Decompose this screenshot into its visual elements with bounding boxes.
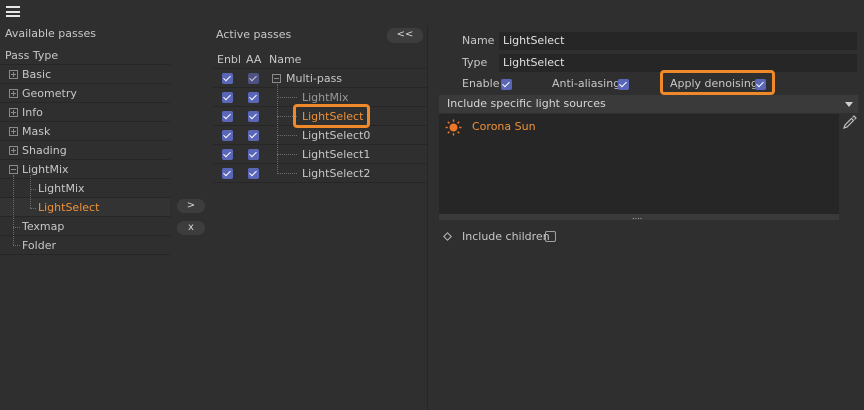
tree-item-basic[interactable]: Basic [0,65,170,84]
antialias-checkbox[interactable] [618,79,629,90]
tree-item-label: Texmap [22,220,65,233]
tree-connector [13,175,14,245]
tree-connector [277,135,297,136]
type-label: Type [462,56,488,69]
tree-item-lightmix[interactable]: LightMix [0,160,170,179]
column-header-enbl: Enbl [217,53,241,66]
aa-checkbox[interactable] [248,92,259,103]
column-header-aa: AA [246,53,262,66]
expand-icon[interactable] [9,89,18,98]
tree-connector [30,208,36,209]
pass-name: LightSelect0 [302,129,371,142]
collapse-panel-button[interactable]: << [387,28,423,43]
tree-item-folder[interactable]: Folder [0,236,170,255]
enable-checkbox[interactable] [222,130,233,141]
collapse-icon[interactable] [272,74,281,83]
active-pass-row[interactable]: LightSelect0 [213,126,427,145]
tree-connector [30,189,36,190]
menu-icon[interactable] [6,6,20,17]
remove-pass-button[interactable]: x [177,221,205,235]
tree-item-label: Folder [22,239,56,252]
tree-item-label: LightSelect [38,201,100,214]
tree-item-label: Geometry [22,87,77,100]
dropdown-label: Include specific light sources [447,97,606,110]
aa-checkbox[interactable] [248,168,259,179]
tree-connector [277,154,297,155]
include-children-checkbox[interactable] [545,231,556,242]
include-children-label: Include children [462,230,550,243]
enable-checkbox[interactable] [222,92,233,103]
resize-grip[interactable]: .... [439,213,839,221]
light-list: Corona Sun [439,114,839,214]
tree-connector [277,97,297,98]
tree-item-label: Basic [22,68,52,81]
tree-item-geometry[interactable]: Geometry [0,84,170,103]
tree-item-shading[interactable]: Shading [0,141,170,160]
tree-connector [13,227,20,228]
enable-label: Enable [462,77,500,90]
tree-item-mask[interactable]: Mask [0,122,170,141]
highlight-frame [660,70,775,95]
expand-icon[interactable] [9,127,18,136]
antialias-label: Anti-aliasing [552,77,621,90]
active-pass-row[interactable]: LightSelect1 [213,145,427,164]
pass-name: Multi-pass [286,72,343,85]
sun-icon [445,119,462,136]
tree-item-label: Mask [22,125,51,138]
tree-item-lightmix-child[interactable]: LightMix [0,179,170,198]
expand-icon[interactable] [9,108,18,117]
list-item[interactable]: Corona Sun [445,119,545,136]
aa-checkbox[interactable] [248,111,259,122]
tree-connector [13,245,20,246]
pass-name: LightSelect1 [302,148,371,161]
eyedropper-icon[interactable] [842,115,857,130]
tree-item-label: Shading [22,144,67,157]
aa-checkbox[interactable] [248,149,259,160]
tree-connector [30,175,31,208]
pass-name: LightSelect2 [302,167,371,180]
aa-checkbox[interactable] [248,73,259,84]
enable-checkbox[interactable] [222,149,233,160]
expand-icon[interactable] [9,146,18,155]
add-pass-button[interactable]: > [177,199,205,213]
tree-item-info[interactable]: Info [0,103,170,122]
tree-item-label: LightMix [38,182,85,195]
tree-item-label: LightMix [22,163,69,176]
tree-item-lightselect[interactable]: LightSelect [0,198,170,217]
active-passes-title: Active passes [216,28,292,41]
aa-checkbox[interactable] [248,130,259,141]
tree-item-label: Info [22,106,43,119]
enable-checkbox[interactable] [501,79,512,90]
active-pass-root[interactable]: Multi-pass [213,69,427,88]
tree-item-texmap[interactable]: Texmap [0,217,170,236]
tree-connector [277,173,297,174]
name-input[interactable]: LightSelect [499,32,857,50]
enable-checkbox[interactable] [222,111,233,122]
column-header-name: Name [269,53,302,66]
pass-type-header: Pass Type [0,46,170,65]
highlight-frame [293,104,370,128]
available-passes-title: Available passes [5,27,96,40]
active-pass-row[interactable]: LightSelect2 [213,164,427,183]
chevron-down-icon [845,102,853,107]
enable-checkbox[interactable] [222,73,233,84]
name-label: Name [462,34,495,47]
enable-checkbox[interactable] [222,168,233,179]
expand-icon[interactable] [9,70,18,79]
diamond-icon [443,232,452,241]
light-sources-dropdown[interactable]: Include specific light sources [439,95,858,113]
light-name: Corona Sun [472,120,536,133]
collapse-icon[interactable] [9,165,18,174]
